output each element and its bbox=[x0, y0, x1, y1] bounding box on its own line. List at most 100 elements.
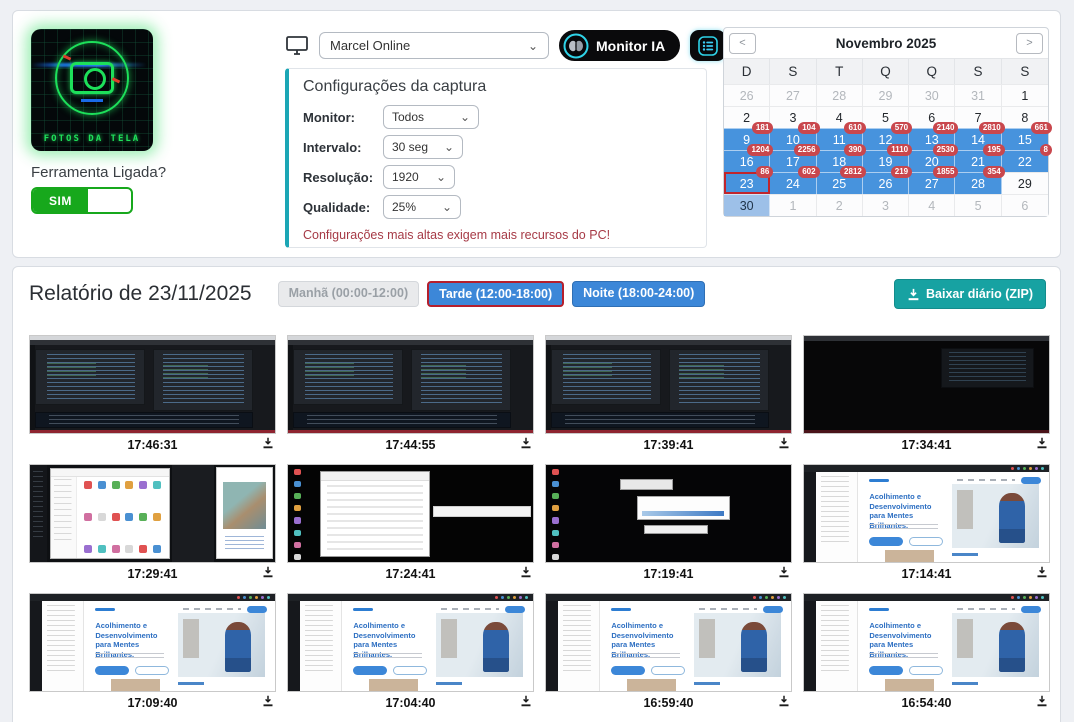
screenshot-footer: 17:19:41 bbox=[545, 563, 792, 584]
period-button-manha[interactable]: Manhã (00:00-12:00) bbox=[278, 281, 420, 307]
weekday-label: T bbox=[817, 59, 863, 84]
calendar-day-5[interactable]: 5 bbox=[955, 194, 1001, 216]
calendar-day-29[interactable]: 29 bbox=[863, 84, 909, 106]
screenshot-download-button[interactable] bbox=[1036, 566, 1048, 578]
calendar-day-6[interactable]: 6 bbox=[1002, 194, 1048, 216]
screenshot-download-button[interactable] bbox=[1036, 695, 1048, 707]
screenshot-card: 17:29:41 bbox=[29, 464, 276, 585]
screenshot-download-button[interactable] bbox=[262, 566, 274, 578]
calendar-day-label: 5 bbox=[975, 199, 982, 213]
screenshot-download-button[interactable] bbox=[778, 437, 790, 449]
calendar-day-26[interactable]: 26219 bbox=[863, 172, 909, 194]
day-count-badge: 2810 bbox=[979, 122, 1005, 134]
day-count-badge: 2140 bbox=[933, 122, 959, 134]
screenshot-thumbnail[interactable] bbox=[29, 464, 276, 563]
calendar-day-23[interactable]: 2386 bbox=[724, 172, 770, 194]
download-daily-zip-button[interactable]: Baixar diário (ZIP) bbox=[894, 279, 1046, 309]
calendar-day-3[interactable]: 3 bbox=[863, 194, 909, 216]
interval-select[interactable]: 30 seg ⌄ bbox=[383, 135, 463, 159]
screenshot-thumbnail[interactable] bbox=[287, 335, 534, 434]
device-select[interactable]: Marcel Online ⌄ bbox=[319, 32, 549, 59]
screenshot-card: Acolhimento e Desenvolvimento para Mente… bbox=[29, 593, 276, 714]
download-zip-label: Baixar diário (ZIP) bbox=[926, 287, 1033, 301]
calendar-day-27[interactable]: 271855 bbox=[909, 172, 955, 194]
screenshot-download-button[interactable] bbox=[520, 695, 532, 707]
screenshot-thumbnail[interactable] bbox=[287, 464, 534, 563]
calendar-day-label: 3 bbox=[789, 111, 796, 125]
chevron-down-icon: ⌄ bbox=[460, 111, 470, 123]
resolution-select-value: 1920 bbox=[392, 170, 419, 184]
calendar-day-29[interactable]: 29 bbox=[1002, 172, 1048, 194]
calendar-prev-button[interactable]: < bbox=[729, 33, 756, 54]
camera-icon bbox=[70, 62, 114, 94]
day-count-badge: 195 bbox=[983, 144, 1004, 156]
interval-select-value: 30 seg bbox=[392, 140, 428, 154]
screenshot-thumbnail[interactable]: Acolhimento e Desenvolvimento para Mente… bbox=[803, 464, 1050, 563]
calendar-day-31[interactable]: 31 bbox=[955, 84, 1001, 106]
screenshot-download-button[interactable] bbox=[778, 695, 790, 707]
calendar-day-2[interactable]: 2 bbox=[817, 194, 863, 216]
resolution-select[interactable]: 1920 ⌄ bbox=[383, 165, 455, 189]
day-count-badge: 602 bbox=[798, 166, 819, 178]
day-count-badge: 2812 bbox=[840, 166, 866, 178]
screenshot-footer: 16:54:40 bbox=[803, 692, 1050, 713]
resolution-field-label: Resolução: bbox=[303, 170, 383, 185]
quality-select[interactable]: 25% ⌄ bbox=[383, 195, 461, 219]
log-list-button[interactable] bbox=[690, 30, 726, 61]
calendar-day-24[interactable]: 24602 bbox=[770, 172, 816, 194]
screenshot-footer: 16:59:40 bbox=[545, 692, 792, 713]
screenshot-thumbnail[interactable]: Acolhimento e Desenvolvimento para Mente… bbox=[545, 593, 792, 692]
calendar-day-label: 26 bbox=[740, 89, 754, 103]
screenshot-download-button[interactable] bbox=[262, 695, 274, 707]
calendar-day-label: 25 bbox=[832, 177, 846, 191]
screenshot-card: 17:24:41 bbox=[287, 464, 534, 585]
screenshot-thumbnail[interactable] bbox=[545, 464, 792, 563]
screenshot-thumbnail[interactable]: Acolhimento e Desenvolvimento para Mente… bbox=[29, 593, 276, 692]
screenshot-timestamp: 17:09:40 bbox=[127, 696, 177, 710]
screenshot-timestamp: 17:29:41 bbox=[127, 567, 177, 581]
calendar-day-28[interactable]: 28 bbox=[817, 84, 863, 106]
calendar-day-27[interactable]: 27 bbox=[770, 84, 816, 106]
screenshot-download-button[interactable] bbox=[520, 566, 532, 578]
calendar-day-22[interactable]: 228 bbox=[1002, 150, 1048, 172]
device-row: Marcel Online ⌄ Monitor IA bbox=[285, 30, 726, 61]
monitor-select[interactable]: Todos ⌄ bbox=[383, 105, 479, 129]
screenshot-footer: 17:29:41 bbox=[29, 563, 276, 584]
toggle-on-label: SIM bbox=[33, 189, 88, 212]
calendar-day-label: 2 bbox=[743, 111, 750, 125]
period-button-noite[interactable]: Noite (18:00-24:00) bbox=[572, 281, 705, 307]
calendar-day-label: 31 bbox=[971, 89, 985, 103]
settings-warning-text: Configurações mais altas exigem mais rec… bbox=[303, 228, 692, 242]
calendar-day-label: 27 bbox=[925, 177, 939, 191]
screenshot-timestamp: 17:44:55 bbox=[385, 438, 435, 452]
screenshot-download-button[interactable] bbox=[262, 437, 274, 449]
screenshot-thumbnail[interactable] bbox=[29, 335, 276, 434]
calendar-day-30[interactable]: 30 bbox=[724, 194, 770, 216]
calendar-day-1[interactable]: 1 bbox=[1002, 84, 1048, 106]
calendar-day-1[interactable]: 1 bbox=[770, 194, 816, 216]
calendar-next-button[interactable]: > bbox=[1016, 33, 1043, 54]
weekday-label: Q bbox=[863, 59, 909, 84]
calendar-day-label: 24 bbox=[786, 177, 800, 191]
calendar-day-label: 30 bbox=[925, 89, 939, 103]
calendar-day-25[interactable]: 252812 bbox=[817, 172, 863, 194]
period-button-tarde[interactable]: Tarde (12:00-18:00) bbox=[427, 281, 564, 307]
day-count-badge: 86 bbox=[756, 166, 773, 178]
calendar-day-26[interactable]: 26 bbox=[724, 84, 770, 106]
screenshot-download-button[interactable] bbox=[520, 437, 532, 449]
monitor-ia-button[interactable]: Monitor IA bbox=[559, 30, 680, 61]
screenshot-download-button[interactable] bbox=[1036, 437, 1048, 449]
calendar-day-4[interactable]: 4 bbox=[909, 194, 955, 216]
tool-on-toggle[interactable]: SIM bbox=[31, 187, 133, 214]
calendar-day-label: 30 bbox=[740, 199, 754, 213]
screenshot-thumbnail[interactable]: Acolhimento e Desenvolvimento para Mente… bbox=[287, 593, 534, 692]
screenshot-thumbnail[interactable]: Acolhimento e Desenvolvimento para Mente… bbox=[803, 593, 1050, 692]
calendar-day-30[interactable]: 30 bbox=[909, 84, 955, 106]
screenshot-thumbnail[interactable] bbox=[803, 335, 1050, 434]
report-title: Relatório de 23/11/2025 bbox=[29, 282, 252, 306]
calendar-day-label: 17 bbox=[786, 155, 800, 169]
calendar-day-28[interactable]: 28354 bbox=[955, 172, 1001, 194]
day-count-badge: 8 bbox=[1040, 144, 1052, 156]
screenshot-thumbnail[interactable] bbox=[545, 335, 792, 434]
screenshot-download-button[interactable] bbox=[778, 566, 790, 578]
